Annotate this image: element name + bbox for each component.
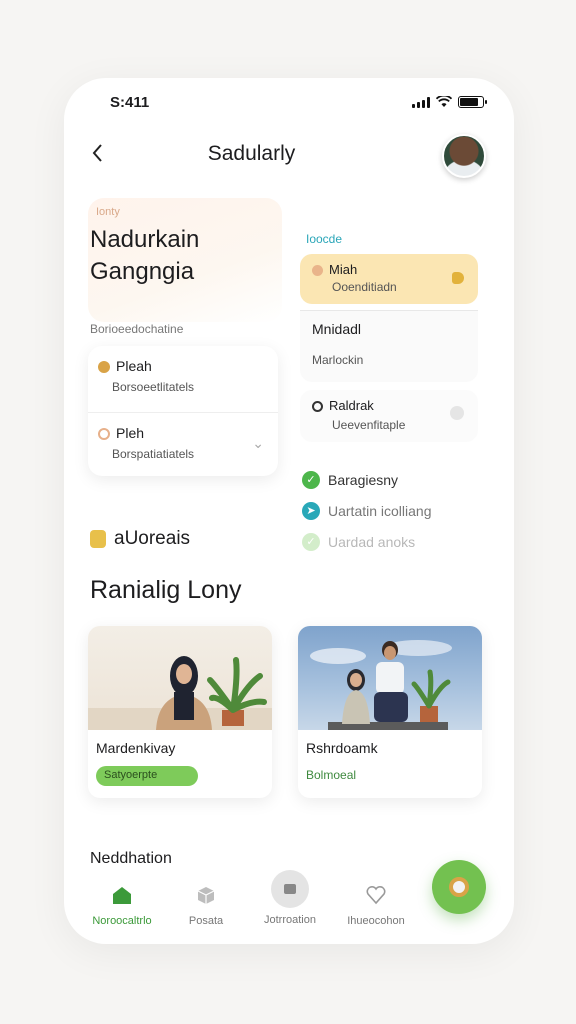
check-label: Uardad anoks [328,533,416,550]
right-item-sub: Ueevenfitaple [332,418,406,432]
highlight-title: Miah [329,262,358,277]
check-item[interactable]: ✓ Baragiesny [302,464,432,495]
card-photo [298,626,482,730]
dot-icon [98,428,110,441]
avatar[interactable] [442,134,486,178]
tab-box[interactable]: Posata [166,884,246,927]
hero-tag: Ionty [96,206,120,218]
send-icon: ➤ [302,501,320,520]
card-title: Rshrdoamk [306,740,378,756]
tab-label: Jotrroation [264,914,316,926]
list-item-title: Pleah [116,358,152,374]
badge-label: aUoreais [114,528,191,549]
check-label: Baragiesny [328,471,399,488]
media-icon [271,870,309,908]
section-title: Ranialig Lony [90,576,242,604]
check-icon: ✓ [302,470,320,489]
box-icon [197,887,215,904]
profile-icon [449,877,469,897]
status-text: Bolmoeal [306,768,357,782]
detail-sub: Marlockin [312,353,364,367]
status-badge: Satyoerpte [96,766,198,786]
flag-icon [452,272,464,284]
status-icons [412,96,487,108]
battery-icon [458,96,487,108]
info-icon [450,406,464,420]
tag-icon [90,530,106,548]
detail-box[interactable]: Mnidadl Marlockin [300,310,478,382]
circle-icon [312,401,323,413]
wifi-icon [436,96,452,107]
check-label: Uartatin icolliang [328,502,432,519]
home-icon [113,887,131,904]
fab-button[interactable] [432,860,486,914]
highlight-sub: Ooenditiadn [332,280,397,294]
tab-media[interactable]: Jotrroation [250,870,330,926]
tab-label: Noroocaltrlo [92,915,152,927]
signal-icon [412,96,430,108]
right-section-label: Ioocde [306,232,343,246]
hero-title: Nadurkain Gangngia [90,226,200,285]
list-item-sub: Borspatiatiatels [112,447,195,461]
status-time: S:411 [110,94,150,111]
left-section-subtitle: Borioeedochatine [90,322,184,336]
heart-icon [366,885,386,905]
content-card[interactable]: Mardenkivay Satyoerpte [88,626,272,798]
chevron-down-icon[interactable]: ⌄ [252,435,264,452]
people-plant-illustration [310,640,452,730]
list-item-sub: Borsoeetlitatels [112,380,195,394]
list-item[interactable]: Pleah Borsoeetlitatels [88,346,278,410]
card-title: Mardenkivay [96,740,176,756]
check-list: ✓ Baragiesny ➤ Uartatin icolliang ✓ Uardad … [302,464,432,557]
tab-label: Ihueocohon [347,915,405,927]
card-photo [88,626,272,730]
right-list-item[interactable]: Raldrak Ueevenfitaple [300,390,478,442]
tab-heart[interactable]: Ihueocohon [336,884,416,927]
highlight-item[interactable]: Miah Ooenditiadn [300,254,478,304]
badge-row[interactable]: aUoreais [90,528,190,550]
detail-title: Mnidadl [312,321,362,337]
content-card[interactable]: Rshrdoamk Bolmoeal [298,626,482,798]
dot-icon [98,361,110,374]
dot-icon [312,265,323,277]
tab-home[interactable]: Noroocaltrlo [82,884,162,927]
phone-screen: S:411 Sadularly Ionty Nadurkain Gangngia… [64,78,514,944]
person-plant-illustration [88,656,272,730]
list-item[interactable]: Pleh Borspatiatiatels ⌄ [88,412,278,476]
left-list-card: Pleah Borsoeetlitatels Pleh Borspatiatia… [88,346,278,476]
list-item-title: Pleh [116,425,145,441]
tab-label: Posata [188,915,224,927]
check-item[interactable]: ✓ Uardad anoks [302,526,432,557]
check-item[interactable]: ➤ Uartatin icolliang [302,495,432,526]
page-title: Sadularly [207,142,296,165]
check-icon: ✓ [302,532,320,551]
right-item-title: Raldrak [329,398,374,413]
